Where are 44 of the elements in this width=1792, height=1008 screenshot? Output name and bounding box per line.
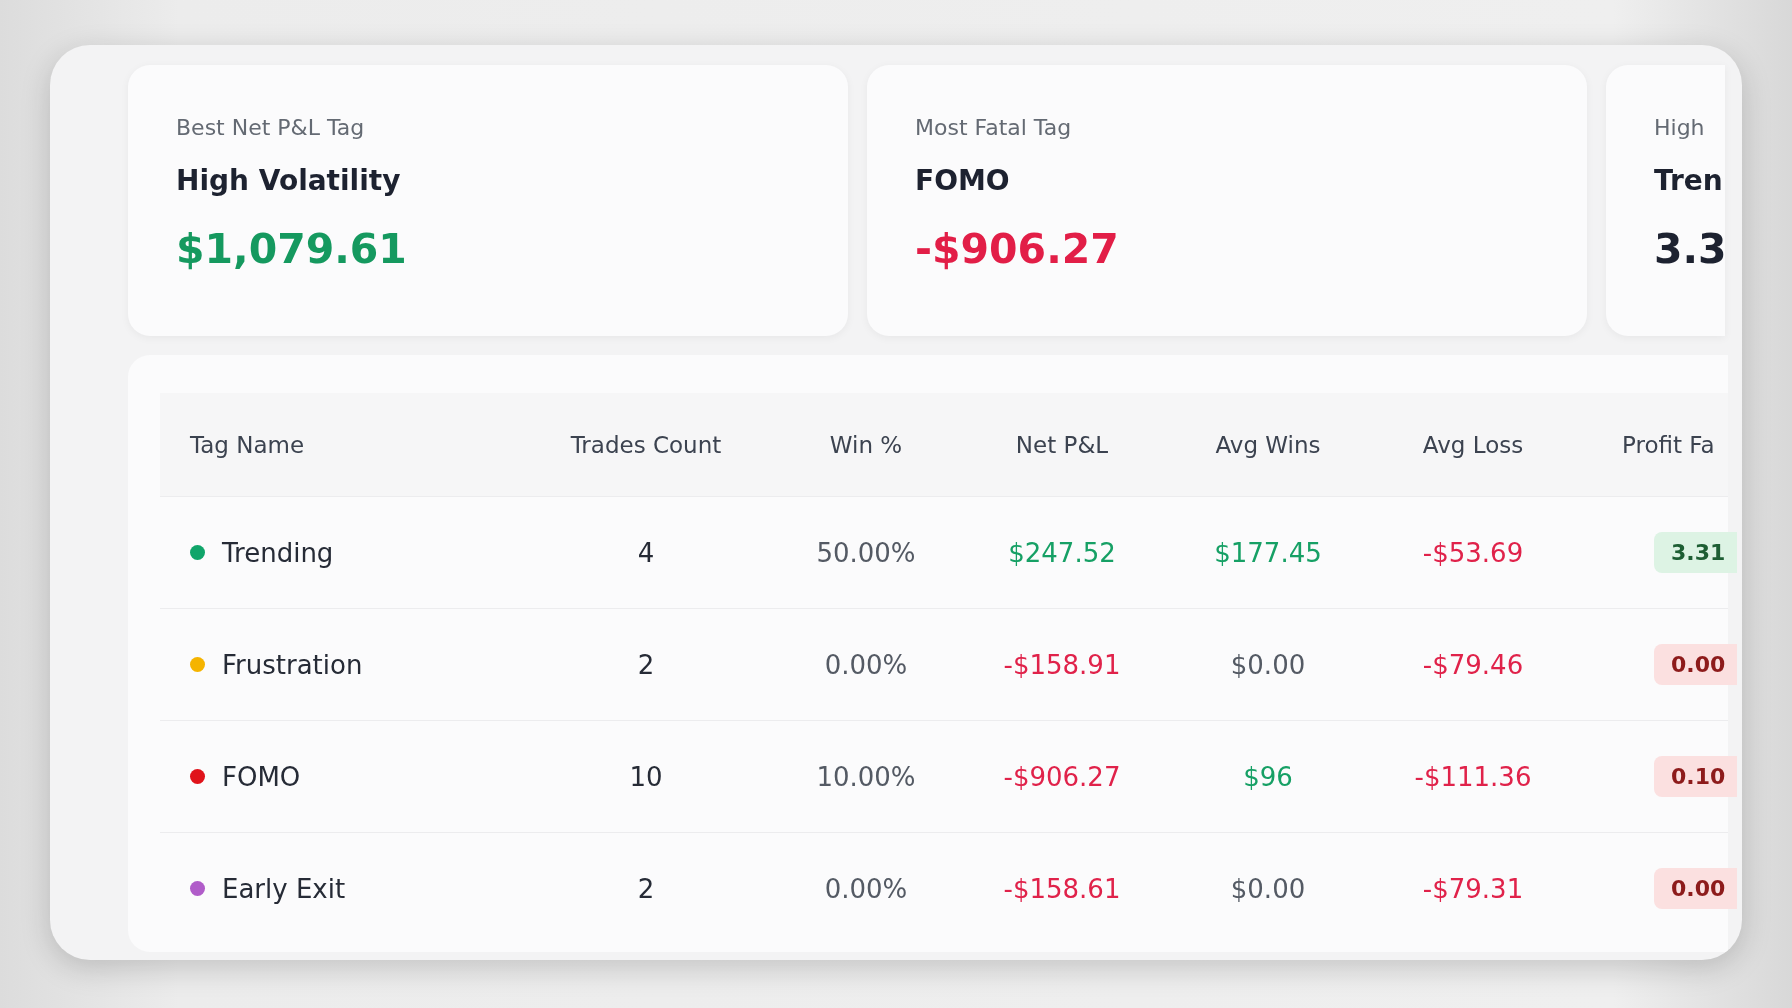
card-title: FOMO (915, 164, 1010, 197)
profit-factor-badge: 0.00 (1654, 644, 1738, 685)
table-cell-text: $177.45 (1213, 537, 1323, 568)
tag-name: Trending (222, 537, 334, 568)
card-value: 3.3 (1654, 225, 1727, 273)
table-cell-text: $0.00 (1229, 873, 1307, 904)
table-cell-text: 50.00% (815, 537, 917, 568)
table-cell-text: 2 (636, 873, 656, 904)
table-cell-text: 10 (628, 761, 664, 792)
table-cell-text: 2 (636, 649, 656, 680)
column-header: Win % (828, 431, 904, 458)
table-cell-text: -$53.69 (1421, 537, 1525, 568)
profit-factor-badge: 0.00 (1654, 868, 1738, 909)
table-cell-text: $0.00 (1229, 649, 1307, 680)
column-header: Avg Wins (1214, 431, 1322, 458)
column-header: Net P&L (1014, 431, 1110, 458)
table-cell-text: 10.00% (815, 761, 917, 792)
column-header: Avg Loss (1421, 431, 1525, 458)
table-cell-text: -$906.27 (1002, 761, 1122, 792)
table-cell-text: -$79.31 (1421, 873, 1525, 904)
card-title: High Volatility (176, 164, 401, 197)
tag-name: FOMO (222, 761, 301, 792)
column-header: Tag Name (189, 431, 306, 458)
table-cell-text: 0.00% (823, 873, 909, 904)
table-cell-text: -$158.61 (1002, 873, 1122, 904)
table-cell-text: -$111.36 (1413, 761, 1533, 792)
card-value: $1,079.61 (176, 225, 407, 273)
profit-factor-badge: 3.31 (1654, 532, 1738, 573)
table-cell-text: 0.00% (823, 649, 909, 680)
card-label: High (1654, 115, 1705, 140)
table-cell-text: $247.52 (1007, 537, 1117, 568)
profit-factor-badge: 0.10 (1654, 756, 1738, 797)
table-cell-text: -$158.91 (1002, 649, 1122, 680)
card-title: Tren (1654, 164, 1723, 197)
table-cell-text: $96 (1242, 761, 1294, 792)
card-label: Best Net P&L Tag (176, 115, 365, 140)
column-header: Profit Fa (1621, 431, 1716, 458)
tag-name: Frustration (222, 649, 363, 680)
card-value: -$906.27 (915, 225, 1119, 273)
table-cell-text: -$79.46 (1421, 649, 1525, 680)
column-header: Trades Count (569, 431, 723, 458)
tag-name: Early Exit (222, 873, 346, 904)
card-label: Most Fatal Tag (915, 115, 1072, 140)
table-cell-text: 4 (636, 537, 656, 568)
